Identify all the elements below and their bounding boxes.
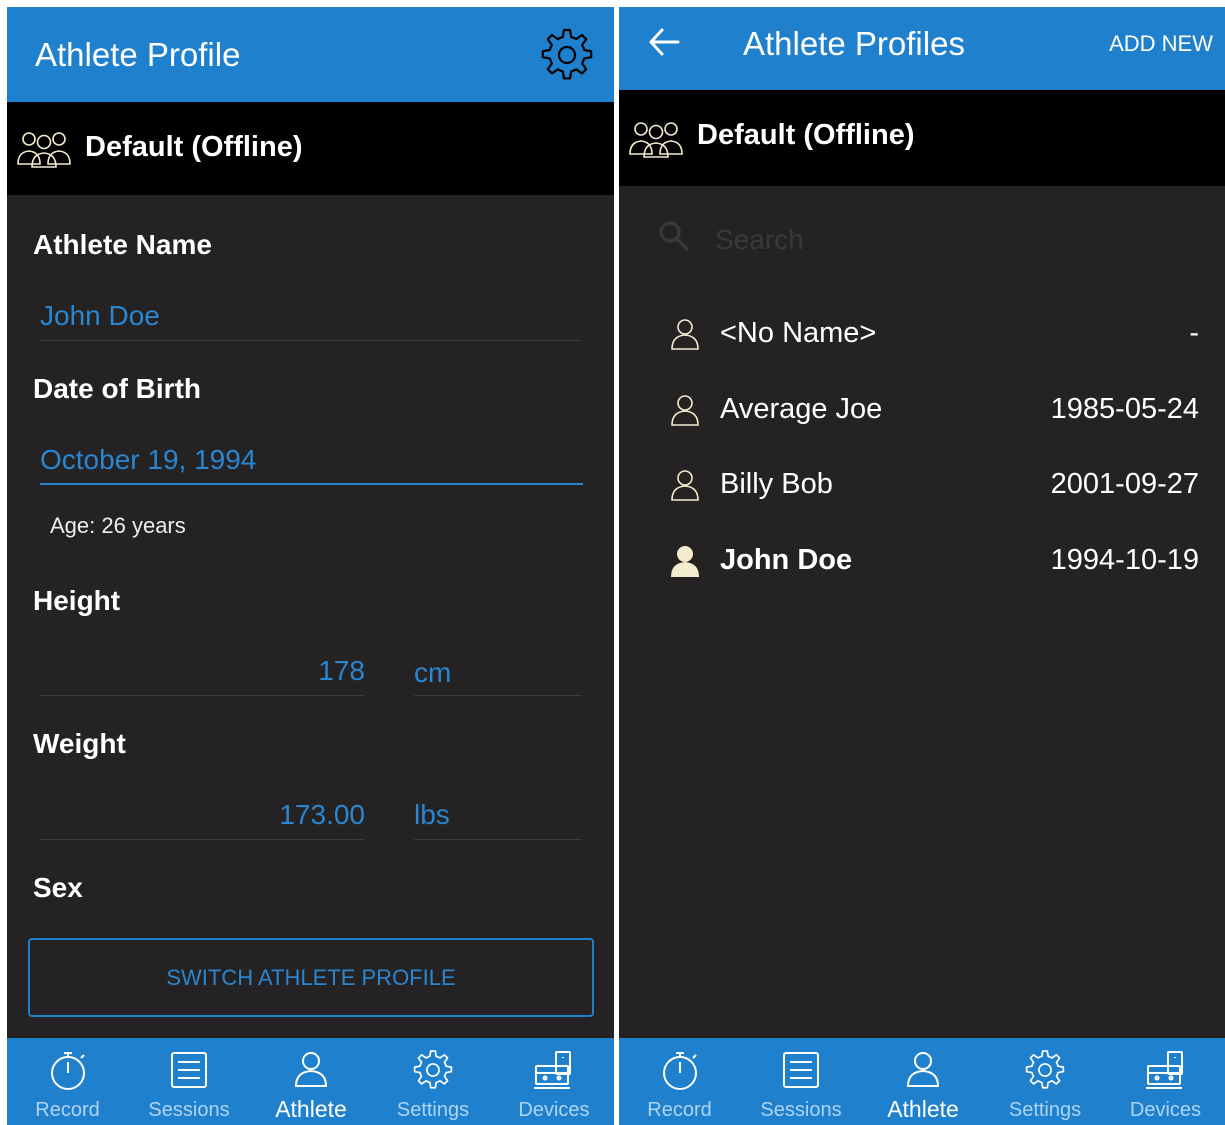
nav-label: Sessions [148,1099,230,1121]
nav-sessions[interactable]: Sessions [128,1038,250,1125]
nav-label: Devices [518,1099,590,1121]
athlete-name: John Doe [720,544,853,576]
nav-record[interactable]: Record [7,1038,128,1125]
person-outline-icon [671,395,699,426]
nav-label: Sessions [760,1099,842,1121]
group-icon [629,122,683,158]
page-title: Athlete Profiles [743,25,965,62]
athlete-name: Billy Bob [720,468,833,500]
name-underline [40,340,582,341]
weight-label: Weight [33,728,126,759]
athlete-date: 1985-05-24 [1050,393,1199,425]
nav-label: Athlete [275,1096,347,1122]
bottom-navigation: Record Sessions Athlete Settings Devices [619,1038,1225,1125]
gear-icon[interactable] [538,26,596,84]
athlete-row[interactable]: <No Name> - [619,300,1225,370]
switch-athlete-profile-button[interactable]: SWITCH ATHLETE PROFILE [28,938,594,1017]
weight-underline [40,839,365,840]
height-underline [40,695,365,696]
page-title: Athlete Profile [35,36,241,73]
nav-settings[interactable]: Settings [984,1038,1106,1125]
nav-devices[interactable]: Devices [1106,1038,1225,1125]
athlete-name: <No Name> [720,317,877,349]
age-text: Age: 26 years [50,513,186,538]
weight-unit-select[interactable]: lbs [414,799,450,831]
nav-settings[interactable]: Settings [372,1038,494,1125]
athlete-name: Average Joe [720,393,883,425]
person-filled-icon [671,546,699,577]
nav-label: Record [647,1099,712,1121]
devices-icon [1146,1051,1183,1089]
gear-icon [1025,1050,1065,1089]
weight-field[interactable]: 173.00 [279,799,365,831]
stopwatch-icon [51,1052,85,1090]
group-icon [17,132,71,168]
app-bar: Athlete Profile [7,7,614,102]
athlete-date: 2001-09-27 [1050,468,1199,500]
nav-athlete[interactable]: Athlete [250,1038,372,1125]
search-underline [701,277,1201,278]
person-outline-icon [671,319,699,350]
nav-label: Record [35,1099,100,1121]
nav-sessions[interactable]: Sessions [740,1038,862,1125]
stopwatch-icon [663,1052,697,1090]
app-bar: Athlete Profiles ADD NEW [619,7,1225,90]
back-arrow-icon[interactable] [647,24,683,60]
athlete-name-label: Athlete Name [33,229,212,260]
nav-label: Athlete [887,1096,959,1122]
athlete-date: 1994-10-19 [1050,544,1199,576]
person-outline-icon [671,470,699,501]
sex-label: Sex [33,872,83,903]
list-icon [783,1052,819,1088]
athlete-row[interactable]: Average Joe 1985-05-24 [619,376,1225,446]
athlete-row-selected[interactable]: John Doe 1994-10-19 [619,527,1225,597]
athlete-row[interactable]: Billy Bob 2001-09-27 [619,451,1225,521]
athlete-name-field[interactable]: John Doe [40,300,160,332]
devices-icon [534,1051,571,1089]
add-new-button[interactable]: ADD NEW [1109,31,1213,57]
bottom-navigation: Record Sessions Athlete Settings Devices [7,1038,614,1125]
nav-label: Devices [1129,1099,1202,1121]
nav-devices[interactable]: Devices [494,1038,614,1125]
nav-athlete[interactable]: Athlete [862,1038,984,1125]
dob-underline [40,483,583,485]
person-icon [294,1052,328,1087]
dob-field[interactable]: October 19, 1994 [40,444,256,476]
height-unit-underline [414,695,582,696]
height-label: Height [33,585,121,616]
profile-bar[interactable]: Default (Offline) [7,102,614,195]
height-field[interactable]: 178 [318,655,365,687]
person-icon [906,1052,940,1087]
profile-group-label: Default (Offline) [697,119,915,151]
nav-record[interactable]: Record [619,1038,740,1125]
search-input[interactable] [713,219,1187,261]
search-icon [659,221,689,251]
height-unit-select[interactable]: cm [414,657,451,689]
weight-unit-underline [414,839,582,840]
profile-bar[interactable]: Default (Offline) [619,90,1225,186]
dob-label: Date of Birth [33,373,201,404]
profile-group-label: Default (Offline) [85,131,303,163]
athlete-profiles-screen: Athlete Profiles ADD NEW Default (Offlin… [619,7,1225,1125]
nav-label: Settings [396,1099,470,1121]
athlete-date: - [1189,317,1199,349]
nav-label: Settings [1008,1099,1082,1121]
gear-icon [413,1050,453,1089]
athlete-profile-screen: Athlete Profile Default (Offline) Athlet… [7,7,614,1125]
list-icon [171,1052,207,1088]
